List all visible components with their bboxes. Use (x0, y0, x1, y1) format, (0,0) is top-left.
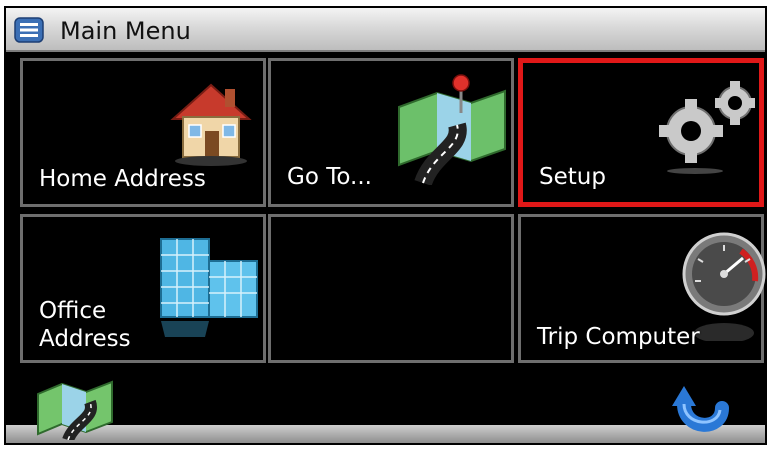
device-screen: Main Menu Home Address Go To... Setup Of… (4, 6, 767, 445)
page-title: Main Menu (60, 17, 191, 45)
map-icon[interactable] (34, 378, 124, 443)
bottom-bar (6, 368, 765, 443)
office-address-tile[interactable]: Office Address (20, 214, 266, 363)
trip-computer-tile[interactable]: Trip Computer (518, 214, 766, 363)
tile-label: Home Address (39, 166, 206, 192)
tile-label: Setup (539, 164, 606, 190)
office-building-icon (155, 229, 261, 345)
title-bar: Main Menu (6, 8, 765, 52)
empty-tile (268, 214, 514, 363)
house-icon (163, 75, 259, 175)
setup-tile[interactable]: Setup (518, 58, 764, 207)
gears-icon (655, 77, 759, 181)
tile-label: Trip Computer (537, 324, 700, 350)
tile-label: Office Address (39, 298, 131, 352)
back-arrow-icon[interactable] (670, 374, 736, 440)
go-to-tile[interactable]: Go To... (268, 58, 514, 207)
tile-label: Go To... (287, 164, 372, 190)
list-menu-icon (14, 17, 44, 43)
map-pin-route-icon (393, 73, 511, 189)
home-address-tile[interactable]: Home Address (20, 58, 266, 207)
